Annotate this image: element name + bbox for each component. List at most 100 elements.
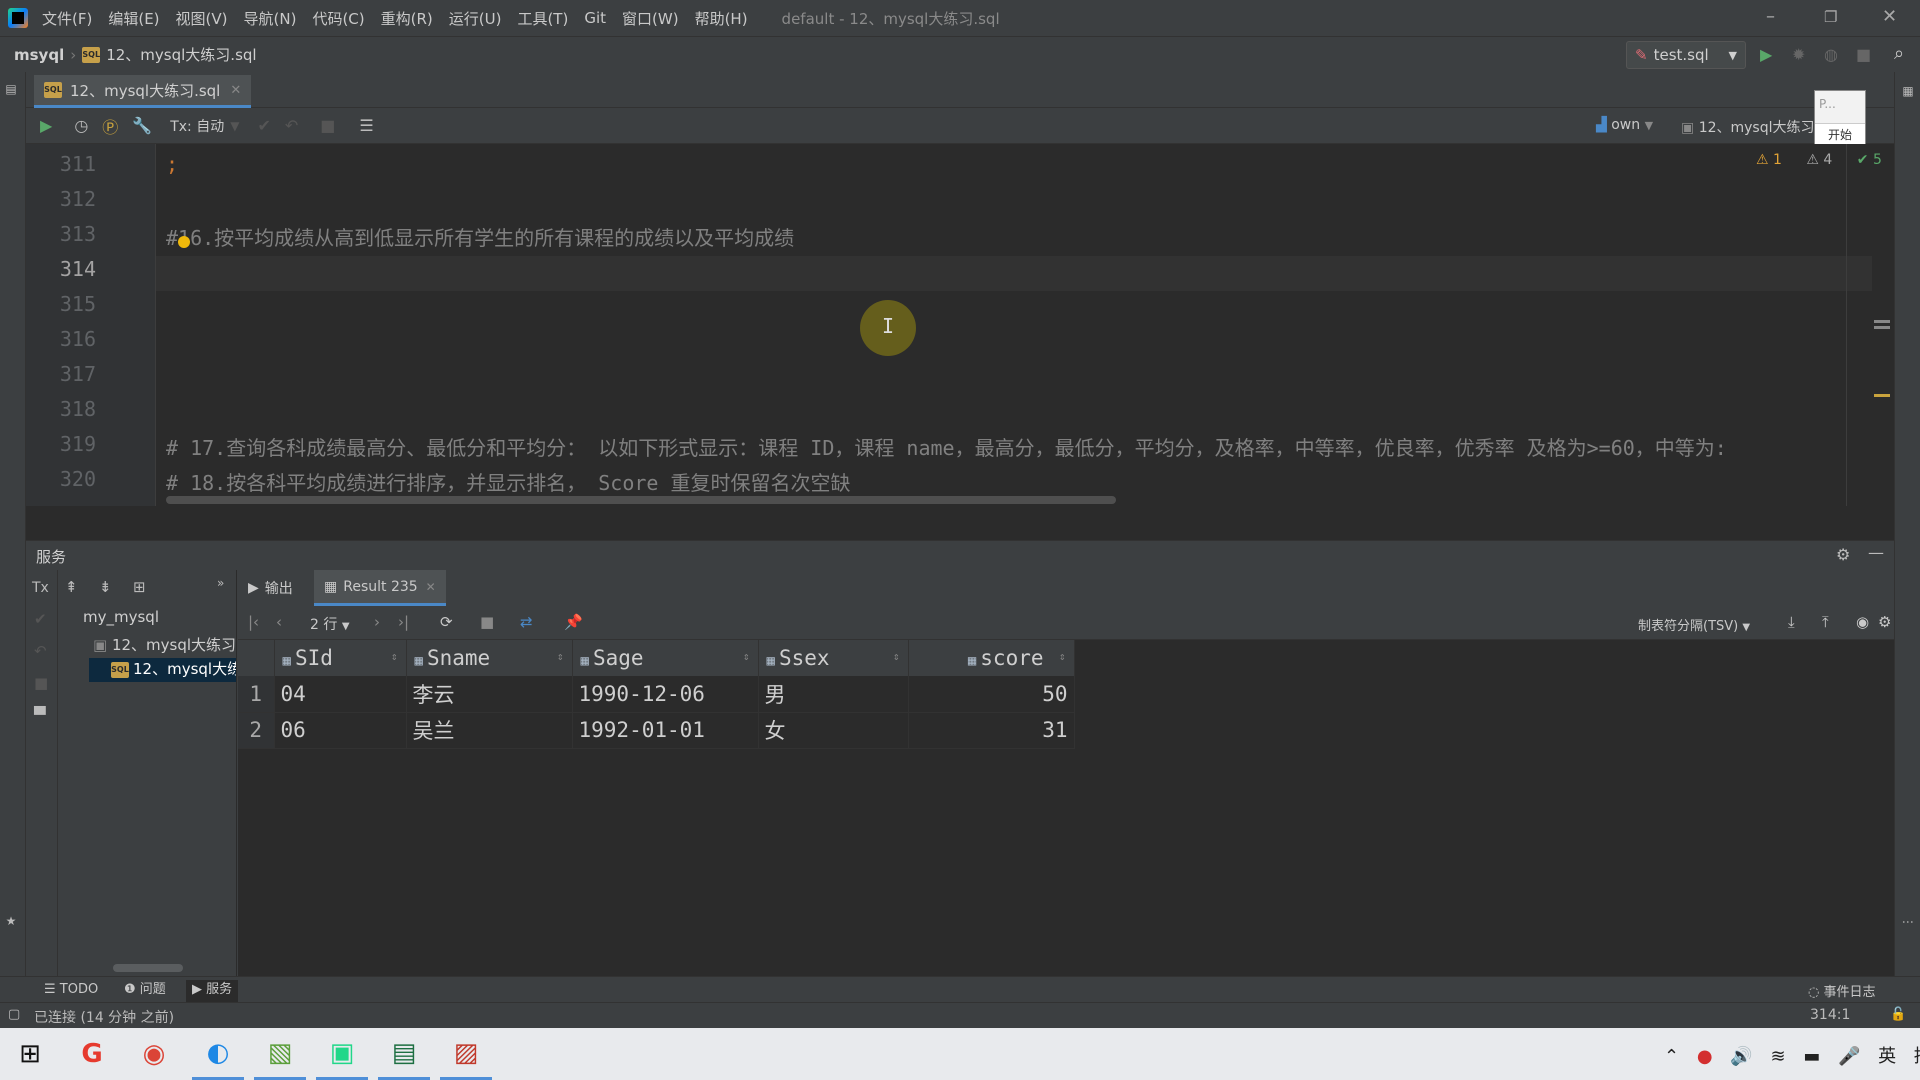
table-cell[interactable]: 李云 <box>406 676 573 713</box>
stop-icon[interactable]: ■ <box>480 613 494 631</box>
gear-icon[interactable]: ⚙ <box>1878 613 1891 631</box>
previous-page-icon[interactable]: ‹ <box>276 613 282 631</box>
error-stripe-mark[interactable] <box>1874 320 1890 323</box>
menu-navigate[interactable]: 导航(N) <box>244 8 297 29</box>
cancel-icon[interactable]: ■ <box>320 116 335 135</box>
table-cell[interactable]: 50 <box>908 676 1075 713</box>
table-cell[interactable]: 1992-01-01 <box>572 712 759 749</box>
layout-icon[interactable]: ▀ <box>34 706 46 724</box>
tab-output[interactable]: ▶ 输出 <box>238 570 303 606</box>
error-stripe-mark[interactable] <box>1874 326 1890 329</box>
inspection-widget[interactable]: ⚠ 1 ⚠ 4 ✔ 5 ⌃ ⌄ <box>1756 152 1894 168</box>
cursor-position[interactable]: 314:1 <box>1810 1007 1850 1023</box>
tx-icon[interactable]: Tx <box>32 580 49 596</box>
next-page-icon[interactable]: › <box>374 613 380 631</box>
code-editor[interactable]: 311 312 313 314 315 316 317 318 319 320 … <box>26 144 1894 506</box>
menu-file[interactable]: 文件(F) <box>42 8 92 29</box>
volume-icon[interactable]: 🔊 <box>1730 1046 1752 1067</box>
column-header[interactable]: ▦ Ssex ⇕ <box>758 640 909 676</box>
more-icon[interactable]: » <box>217 576 224 590</box>
schema-selector[interactable]: ▟ own ▼ <box>1596 117 1653 133</box>
battery-icon[interactable]: ▬ <box>1803 1046 1820 1067</box>
sort-icon[interactable]: ⇕ <box>1059 650 1066 663</box>
close-window-icon[interactable]: ✕ <box>1882 6 1897 27</box>
table-cell[interactable]: 31 <box>908 712 1075 749</box>
menu-help[interactable]: 帮助(H) <box>695 8 748 29</box>
sort-icon[interactable]: ⇕ <box>557 650 564 663</box>
tab-problems[interactable]: ❶ 问题 <box>118 980 172 1002</box>
menu-refactor[interactable]: 重构(R) <box>381 8 433 29</box>
sort-icon[interactable]: ⇕ <box>391 650 398 663</box>
intention-bulb-icon[interactable] <box>178 236 190 248</box>
run-icon[interactable]: ▶ <box>1760 45 1772 64</box>
menu-code[interactable]: 代码(C) <box>312 8 364 29</box>
rollback-icon[interactable]: ↶ <box>34 642 47 660</box>
table-cell[interactable]: 女 <box>758 712 909 749</box>
debug-icon[interactable]: ✹ <box>1792 45 1805 64</box>
gear-icon[interactable]: ⚙ <box>1836 545 1850 564</box>
table-row[interactable]: 1 04 李云 1990-12-06 男 50 <box>238 676 1075 713</box>
table-cell[interactable]: 吴兰 <box>406 712 573 749</box>
editor-tab-active[interactable]: SQL 12、mysql大练习.sql ✕ <box>34 75 252 108</box>
ime-mode[interactable]: 拼 <box>1914 1046 1920 1067</box>
minimize-icon[interactable]: – <box>1766 6 1775 27</box>
menu-edit[interactable]: 编辑(E) <box>108 8 159 29</box>
popup-start-button[interactable]: 开始 <box>1815 123 1865 145</box>
sort-icon[interactable]: ⇕ <box>893 650 900 663</box>
coverage-icon[interactable]: ◍ <box>1824 45 1838 64</box>
ime-language[interactable]: 英 <box>1878 1046 1896 1067</box>
compare-icon[interactable]: ⇄ <box>520 613 533 631</box>
settings-wrench-icon[interactable]: 🔧 <box>132 116 152 135</box>
sort-icon[interactable]: ⇕ <box>743 650 750 663</box>
column-header[interactable]: ▦ score ⇕ <box>908 640 1075 676</box>
horizontal-scrollbar[interactable] <box>166 496 1116 504</box>
app-image-icon[interactable]: ▧ <box>254 1028 306 1080</box>
structure-icon[interactable]: ⋮ <box>1901 916 1915 928</box>
database-panel-icon[interactable]: ▦ <box>1901 84 1915 98</box>
breadcrumb-project[interactable]: msyql <box>14 46 64 64</box>
menu-run[interactable]: 运行(U) <box>449 8 502 29</box>
browser-icon[interactable]: ◐ <box>192 1028 244 1080</box>
restore-icon[interactable]: ❐ <box>1824 8 1837 26</box>
upload-icon[interactable]: ⤒ <box>1822 613 1829 631</box>
stop-icon[interactable]: ■ <box>34 674 48 692</box>
tree-item-console[interactable]: SQL 12、mysql大练 <box>89 658 236 682</box>
first-page-icon[interactable]: |‹ <box>248 613 259 631</box>
last-page-icon[interactable]: ›| <box>398 613 409 631</box>
result-layout-icon[interactable]: ☰ <box>359 116 373 135</box>
tab-result[interactable]: ▦ Result 235 ✕ <box>314 570 446 606</box>
column-header[interactable]: ▦ Sname ⇕ <box>406 640 573 676</box>
rollback-icon[interactable]: ↶ <box>285 116 298 135</box>
event-log-button[interactable]: ◌ 事件日志 <box>1808 981 1876 1000</box>
tree-item-connection[interactable]: my_mysql <box>83 608 159 626</box>
tab-services[interactable]: ▶ 服务 <box>186 980 239 1002</box>
database-tool-icon[interactable]: ▤ <box>4 82 18 96</box>
favorites-icon[interactable]: ★ <box>4 914 18 928</box>
menu-git[interactable]: Git <box>584 9 606 27</box>
close-tab-icon[interactable]: ✕ <box>426 580 436 594</box>
windows-start-icon[interactable]: ⊞ <box>4 1028 56 1080</box>
history-icon[interactable]: ◷ <box>74 116 88 135</box>
tree-horizontal-scrollbar[interactable] <box>113 964 183 972</box>
menu-window[interactable]: 窗口(W) <box>622 8 679 29</box>
status-square-icon[interactable]: ▢ <box>8 1007 20 1022</box>
pin-icon[interactable]: 📌 <box>564 613 583 631</box>
column-header[interactable]: ▦ Sage ⇕ <box>572 640 759 676</box>
view-icon[interactable]: ◉ <box>1856 613 1869 631</box>
paint-icon[interactable]: ▨ <box>440 1028 492 1080</box>
expand-all-icon[interactable]: ⇞ <box>65 578 78 596</box>
download-icon[interactable]: ⤓ <box>1788 613 1795 631</box>
hide-panel-icon[interactable]: — <box>1868 543 1884 562</box>
table-cell[interactable]: 04 <box>274 676 407 713</box>
app-g-icon[interactable]: G <box>66 1028 118 1080</box>
table-cell[interactable]: 男 <box>758 676 909 713</box>
rows-count-dropdown[interactable]: 2 行 ▼ <box>310 614 350 634</box>
group-icon[interactable]: ⊞ <box>133 578 146 596</box>
stop-icon[interactable]: ■ <box>1856 45 1871 64</box>
export-format-dropdown[interactable]: 制表符分隔(TSV) ▼ <box>1638 615 1750 634</box>
record-icon[interactable]: ● <box>1697 1046 1713 1067</box>
table-row[interactable]: 2 06 吴兰 1992-01-01 女 31 <box>238 712 1075 749</box>
run-config-dropdown[interactable]: ✎ test.sql ▼ <box>1626 41 1746 69</box>
breadcrumb-file[interactable]: 12、mysql大练习.sql <box>106 44 256 65</box>
menu-view[interactable]: 视图(V) <box>176 8 228 29</box>
